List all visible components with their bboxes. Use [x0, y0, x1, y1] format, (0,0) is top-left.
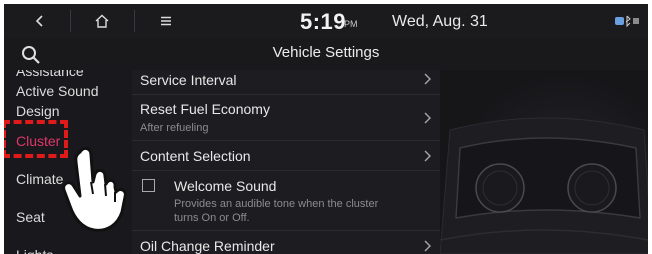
title-bar: Vehicle Settings — [4, 38, 648, 70]
home-icon — [95, 14, 109, 28]
divider — [134, 10, 135, 32]
chevron-right-icon — [424, 112, 431, 124]
back-button[interactable] — [12, 4, 68, 38]
divider — [132, 170, 440, 171]
row-subtitle: Provides an audible tone when the cluste… — [174, 198, 379, 210]
settings-list: Service Interval Reset Fuel Economy Afte… — [132, 70, 440, 254]
menu-button[interactable] — [138, 4, 194, 38]
cluster-illustration — [440, 117, 648, 254]
divider — [70, 10, 71, 32]
chevron-right-icon — [424, 240, 431, 252]
sidebar-item-lights[interactable]: Lights — [16, 246, 53, 254]
sidebar-item-assistance[interactable]: Assistance — [16, 70, 84, 80]
page-title: Vehicle Settings — [272, 44, 380, 61]
home-button[interactable] — [74, 4, 130, 38]
divider — [132, 140, 440, 141]
menu-icon — [161, 16, 171, 26]
row-title: Welcome Sound — [174, 178, 277, 194]
divider — [132, 230, 440, 231]
cluster-preview — [440, 70, 648, 254]
row-title: Service Interval — [140, 72, 237, 88]
sidebar-item-active-sound[interactable]: Active Sound — [16, 82, 99, 100]
sidebar-item-seat[interactable]: Seat — [16, 208, 45, 226]
hand-pointer-icon — [62, 146, 127, 232]
status-bar: 5:19 PM Wed, Aug. 31 — [4, 4, 648, 38]
clock-ampm: PM — [344, 19, 358, 29]
bluetooth-battery-icon — [615, 15, 639, 28]
chevron-right-icon — [424, 150, 431, 162]
clock-time[interactable]: 5:19 — [300, 9, 346, 35]
date-label: Wed, Aug. 31 — [392, 13, 488, 30]
chevron-right-icon — [424, 73, 431, 85]
divider — [132, 94, 440, 95]
row-title: Reset Fuel Economy — [140, 101, 270, 117]
sidebar-item-climate[interactable]: Climate — [16, 170, 63, 188]
sidebar-item-design[interactable]: Design — [16, 102, 60, 120]
row-subtitle: After refueling — [140, 122, 209, 134]
row-title: Oil Change Reminder — [140, 238, 275, 254]
chevron-left-icon — [35, 15, 43, 27]
row-subtitle: turns On or Off. — [174, 212, 250, 224]
selection-highlight — [4, 120, 68, 158]
row-title: Content Selection — [140, 148, 251, 164]
welcome-sound-checkbox[interactable] — [142, 179, 155, 192]
